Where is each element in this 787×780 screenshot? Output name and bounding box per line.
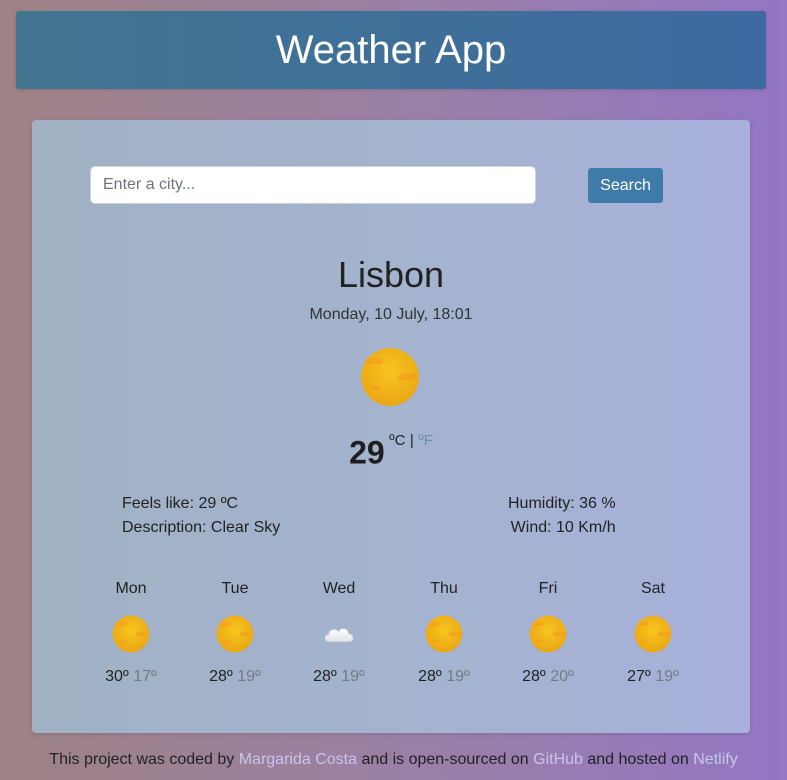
feels-like: Feels like: 29 ºC xyxy=(122,495,239,512)
sun-icon xyxy=(360,347,420,407)
forecast-min-temp: 19º xyxy=(237,668,261,685)
forecast-day: Wed 28º 19º xyxy=(287,580,391,686)
forecast-day-name: Wed xyxy=(322,580,356,597)
sun-icon xyxy=(529,615,567,653)
footer-text: and is open-sourced on xyxy=(357,751,534,768)
forecast-day-name: Fri xyxy=(538,580,558,597)
city-name: Lisbon xyxy=(337,254,445,295)
forecast-day-name: Mon xyxy=(115,580,147,597)
details-left: Feels like: 29 ºC Description: Clear Sky xyxy=(122,492,280,540)
current-temperature: 29 ºC | ºF xyxy=(32,432,750,471)
sun-icon xyxy=(112,615,150,653)
sun-icon xyxy=(634,615,672,653)
forecast-min-temp: 20º xyxy=(550,668,574,685)
footer-text: This project was coded by xyxy=(49,751,239,768)
forecast-max-temp: 28º xyxy=(418,668,442,685)
forecast-min-temp: 19º xyxy=(446,668,470,685)
city-search-input[interactable] xyxy=(90,166,536,204)
forecast-day-name: Thu xyxy=(430,580,458,597)
humidity: Humidity: 36 % xyxy=(508,495,616,512)
forecast-max-temp: 28º xyxy=(209,668,233,685)
forecast-day-name: Sat xyxy=(640,580,665,597)
sun-icon xyxy=(425,615,463,653)
wind: Wind: 10 Km/h xyxy=(510,519,616,536)
forecast: Mon 30º 17º Tue 28º 19º Wed 28º 19º Thu … xyxy=(79,580,706,690)
unit-separator: | xyxy=(409,432,414,449)
app-header: Weather App xyxy=(16,11,766,89)
temperature-value: 29 xyxy=(349,434,385,471)
forecast-max-temp: 27º xyxy=(627,668,651,685)
forecast-max-temp: 28º xyxy=(522,668,546,685)
forecast-min-temp: 17º xyxy=(133,668,157,685)
forecast-min-temp: 19º xyxy=(655,668,679,685)
forecast-max-temp: 30º xyxy=(105,668,129,685)
app-title: Weather App xyxy=(275,27,507,72)
weather-description: Description: Clear Sky xyxy=(122,519,281,536)
forecast-day-name: Tue xyxy=(221,580,249,597)
cloud-icon xyxy=(320,615,358,653)
weather-card: Search Lisbon Monday, 10 July, 18:01 29 … xyxy=(32,120,750,733)
author-link[interactable]: Margarida Costa xyxy=(239,751,357,768)
footer: This project was coded by Margarida Cost… xyxy=(0,751,787,769)
forecast-day: Thu 28º 19º xyxy=(392,580,496,686)
forecast-max-temp: 28º xyxy=(313,668,337,685)
footer-text: and hosted on xyxy=(582,751,694,768)
forecast-min-temp: 19º xyxy=(341,668,365,685)
netlify-link[interactable]: Netlify xyxy=(693,751,737,768)
search-button[interactable]: Search xyxy=(588,168,663,203)
celsius-link[interactable]: ºC xyxy=(389,432,405,449)
details-right: Humidity: 36 % Wind: 10 Km/h xyxy=(508,492,616,540)
forecast-day: Mon 30º 17º xyxy=(79,580,183,686)
forecast-day: Fri 28º 20º xyxy=(496,580,600,686)
fahrenheit-link[interactable]: ºF xyxy=(418,432,433,449)
forecast-day: Tue 28º 19º xyxy=(183,580,287,686)
forecast-day: Sat 27º 19º xyxy=(601,580,705,686)
github-link[interactable]: GitHub xyxy=(533,751,583,768)
sun-icon xyxy=(216,615,254,653)
current-datetime: Monday, 10 July, 18:01 xyxy=(309,306,473,323)
